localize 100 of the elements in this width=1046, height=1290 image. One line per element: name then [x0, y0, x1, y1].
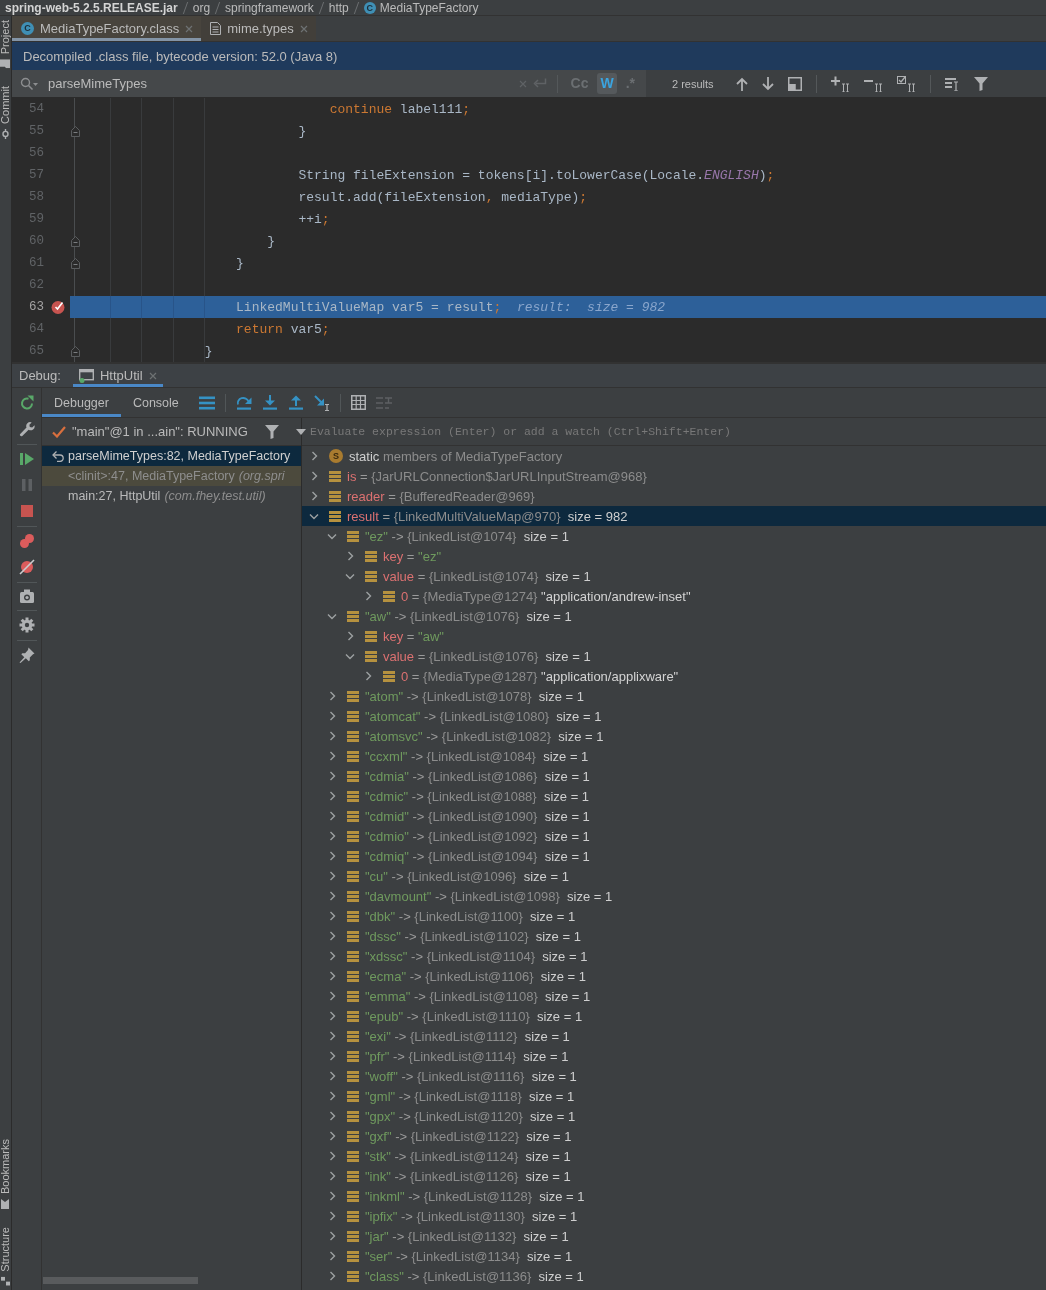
variable-row[interactable]: "woff" -> {LinkedList@1116} size = 1	[302, 1066, 1046, 1086]
chevron-right-icon[interactable]	[328, 1211, 336, 1221]
chevron-right-icon[interactable]	[328, 1051, 336, 1061]
chevron-right-icon[interactable]	[328, 1011, 336, 1021]
settings-icon[interactable]	[18, 617, 35, 633]
variable-row[interactable]: key = "ez"	[302, 546, 1046, 566]
variable-row[interactable]: "atomcat" -> {LinkedList@1080} size = 1	[302, 706, 1046, 726]
chevron-right-icon[interactable]	[328, 1251, 336, 1261]
variable-row[interactable]: result = {LinkedMultiValueMap@970} size = 982	[302, 506, 1046, 526]
chevron-right-icon[interactable]	[328, 911, 336, 921]
breadcrumb-item[interactable]: http	[328, 0, 349, 15]
chevron-right-icon[interactable]	[328, 1231, 336, 1241]
variable-row[interactable]: "cdmic" -> {LinkedList@1088} size = 1	[302, 786, 1046, 806]
fold-marker-icon[interactable]	[70, 125, 80, 137]
variable-row[interactable]: "epub" -> {LinkedList@1110} size = 1	[302, 1006, 1046, 1026]
chevron-right-icon[interactable]	[328, 731, 336, 741]
step-out-icon[interactable]	[287, 395, 304, 410]
run-to-cursor-icon[interactable]	[313, 394, 330, 411]
variable-row[interactable]: "ipfix" -> {LinkedList@1130} size = 1	[302, 1206, 1046, 1226]
chevron-right-icon[interactable]	[328, 1191, 336, 1201]
chevron-right-icon[interactable]	[328, 1091, 336, 1101]
stack-frame[interactable]: parseMimeTypes:82, MediaTypeFactory	[42, 446, 301, 466]
chevron-right-icon[interactable]	[328, 971, 336, 981]
chevron-right-icon[interactable]	[328, 771, 336, 781]
search-icon[interactable]	[20, 76, 38, 91]
variable-row[interactable]: key = "aw"	[302, 626, 1046, 646]
variable-row[interactable]: S static members of MediaTypeFactory	[302, 446, 1046, 466]
chevron-down-icon[interactable]	[309, 512, 319, 520]
chevron-right-icon[interactable]	[346, 631, 354, 641]
filter-icon[interactable]	[264, 424, 279, 439]
stack-frame[interactable]: main:27, HttpUtil (com.fhey.test.util)	[42, 486, 301, 506]
chevron-right-icon[interactable]	[364, 671, 372, 681]
variable-row[interactable]: value = {LinkedList@1074} size = 1	[302, 566, 1046, 586]
variable-row[interactable]: "cdmio" -> {LinkedList@1092} size = 1	[302, 826, 1046, 846]
select-all-occurrences-icon[interactable]	[896, 75, 916, 92]
breadcrumb-item[interactable]: C MediaTypeFactory	[363, 0, 479, 15]
variable-row[interactable]: "gxf" -> {LinkedList@1122} size = 1	[302, 1126, 1046, 1146]
chevron-down-icon[interactable]	[327, 612, 337, 620]
variable-row[interactable]: "jar" -> {LinkedList@1132} size = 1	[302, 1226, 1046, 1246]
chevron-right-icon[interactable]	[328, 1111, 336, 1121]
list-icon[interactable]	[198, 395, 215, 410]
chevron-right-icon[interactable]	[328, 791, 336, 801]
close-icon[interactable]	[299, 24, 308, 33]
add-occurrence-icon[interactable]	[830, 75, 850, 92]
chevron-right-icon[interactable]	[328, 951, 336, 961]
close-icon[interactable]	[148, 371, 157, 380]
variable-row[interactable]: "inkml" -> {LinkedList@1128} size = 1	[302, 1186, 1046, 1206]
up-arrow-icon[interactable]	[735, 76, 748, 91]
chevron-right-icon[interactable]	[328, 851, 336, 861]
variable-row[interactable]: "ecma" -> {LinkedList@1106} size = 1	[302, 966, 1046, 986]
down-arrow-icon[interactable]	[761, 76, 774, 91]
thread-selector[interactable]: "main"@1 in ...ain": RUNNING	[52, 424, 248, 439]
editor-tab[interactable]: C MediaTypeFactory.class	[12, 16, 202, 41]
session-tab[interactable]: HttpUtil	[72, 364, 163, 387]
chevron-right-icon[interactable]	[328, 1151, 336, 1161]
format-icon[interactable]	[944, 76, 960, 91]
filter-icon[interactable]	[973, 76, 988, 91]
variable-row[interactable]: "gml" -> {LinkedList@1118} size = 1	[302, 1086, 1046, 1106]
chevron-right-icon[interactable]	[328, 1171, 336, 1181]
step-over-icon[interactable]	[235, 395, 252, 410]
variable-row[interactable]: "davmount" -> {LinkedList@1098} size = 1	[302, 886, 1046, 906]
variable-row[interactable]: "cdmid" -> {LinkedList@1090} size = 1	[302, 806, 1046, 826]
chevron-right-icon[interactable]	[310, 491, 318, 501]
mute-breakpoints-icon[interactable]	[18, 559, 35, 575]
variable-row[interactable]: reader = {BufferedReader@969}	[302, 486, 1046, 506]
chevron-right-icon[interactable]	[328, 1071, 336, 1081]
editor-tab[interactable]: mime.types	[201, 16, 316, 41]
camera-icon[interactable]	[18, 589, 35, 603]
variable-row[interactable]: "stk" -> {LinkedList@1124} size = 1	[302, 1146, 1046, 1166]
variable-row[interactable]: "atomsvc" -> {LinkedList@1082} size = 1	[302, 726, 1046, 746]
variable-row[interactable]: "exi" -> {LinkedList@1112} size = 1	[302, 1026, 1046, 1046]
variable-row[interactable]: value = {LinkedList@1076} size = 1	[302, 646, 1046, 666]
chevron-right-icon[interactable]	[328, 891, 336, 901]
variable-row[interactable]: "cdmia" -> {LinkedList@1086} size = 1	[302, 766, 1046, 786]
stop-icon[interactable]	[18, 503, 35, 519]
calculator-icon[interactable]	[350, 395, 366, 410]
chevron-right-icon[interactable]	[328, 1131, 336, 1141]
variable-row[interactable]: "ser" -> {LinkedList@1134} size = 1	[302, 1246, 1046, 1266]
chevron-right-icon[interactable]	[346, 551, 354, 561]
variable-row[interactable]: "pfr" -> {LinkedList@1114} size = 1	[302, 1046, 1046, 1066]
variable-row[interactable]: "gpx" -> {LinkedList@1120} size = 1	[302, 1106, 1046, 1126]
breakpoints-icon[interactable]	[18, 533, 35, 549]
debugger-tab[interactable]: Debugger	[42, 388, 121, 417]
chevron-right-icon[interactable]	[328, 991, 336, 1001]
close-icon[interactable]	[185, 24, 194, 33]
chevron-right-icon[interactable]	[310, 471, 318, 481]
fold-marker-icon[interactable]	[70, 235, 80, 247]
variable-row[interactable]: "class" -> {LinkedList@1136} size = 1	[302, 1266, 1046, 1286]
variable-row[interactable]: "cdmiq" -> {LinkedList@1094} size = 1	[302, 846, 1046, 866]
breakpoint-icon[interactable]	[51, 300, 65, 314]
chevron-right-icon[interactable]	[328, 831, 336, 841]
chevron-right-icon[interactable]	[328, 811, 336, 821]
step-into-icon[interactable]	[261, 395, 278, 410]
variable-row[interactable]: "ccxml" -> {LinkedList@1084} size = 1	[302, 746, 1046, 766]
chevron-down-icon[interactable]	[345, 652, 355, 660]
chevron-right-icon[interactable]	[328, 751, 336, 761]
debugger-tab[interactable]: Console	[120, 388, 191, 417]
variable-row[interactable]: "aw" -> {LinkedList@1076} size = 1	[302, 606, 1046, 626]
variable-row[interactable]: "dbk" -> {LinkedList@1100} size = 1	[302, 906, 1046, 926]
chevron-right-icon[interactable]	[328, 931, 336, 941]
